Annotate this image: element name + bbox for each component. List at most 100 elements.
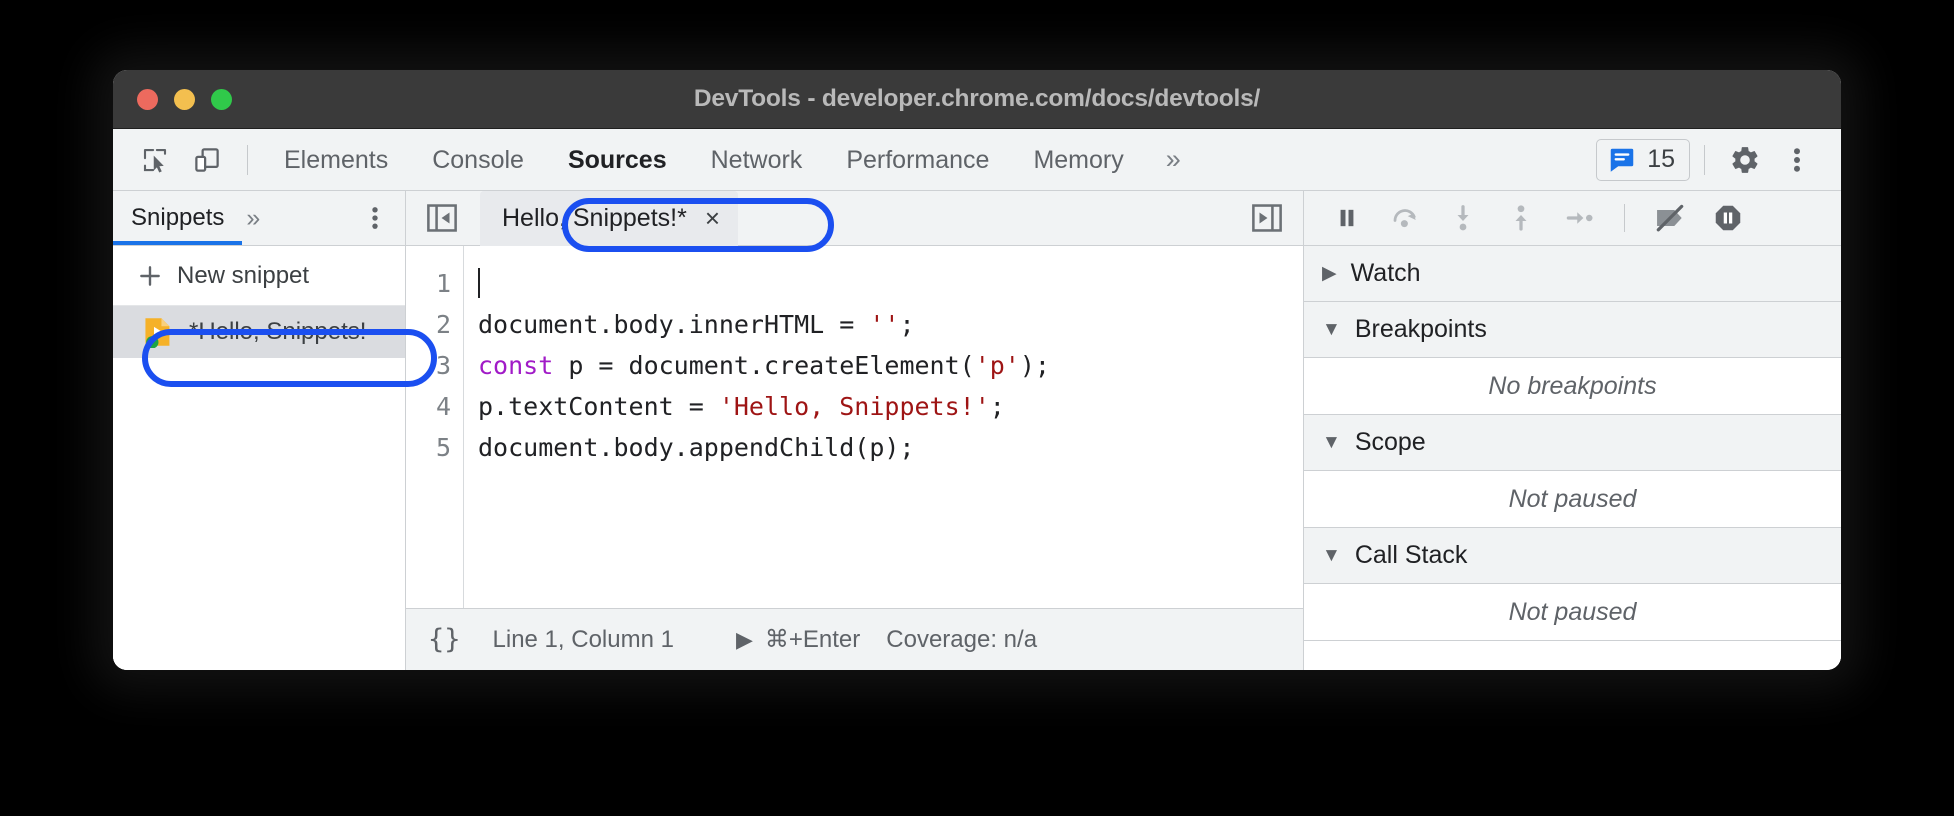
navigator-empty-area [113, 358, 405, 670]
tab-memory[interactable]: Memory [1011, 129, 1145, 191]
line-number: 5 [435, 433, 451, 462]
new-snippet-button[interactable]: New snippet [113, 246, 405, 306]
devtools-main-toolbar: Elements Console Sources Network Perform… [113, 129, 1841, 191]
editor-pane: Hello, Snippets!* × 1 2 3 4 5 document.b… [406, 190, 1304, 670]
new-snippet-label: New snippet [177, 261, 310, 289]
chevron-right-icon: ▶ [1322, 263, 1337, 284]
navigator-more-options-button[interactable] [363, 204, 387, 232]
tab-console[interactable]: Console [410, 129, 546, 191]
cursor-position-label: Line 1, Column 1 [492, 625, 674, 653]
call-stack-empty-text: Not paused [1508, 597, 1637, 626]
deactivate-breakpoints-button[interactable] [1643, 194, 1697, 242]
text-caret [478, 268, 480, 298]
expand-right-panel-icon [1252, 204, 1282, 232]
code-token: p.textContent = [478, 392, 719, 421]
issues-badge-button[interactable]: 15 [1596, 138, 1690, 181]
sidebar-tab-snippets[interactable]: Snippets [113, 191, 243, 245]
kebab-menu-icon [1784, 145, 1810, 175]
gear-icon [1729, 144, 1761, 176]
deactivate-breakpoints-icon [1654, 203, 1686, 233]
pretty-print-button[interactable]: {} [428, 624, 461, 655]
main-menu-button[interactable] [1771, 134, 1823, 186]
code-token: 'p' [974, 351, 1020, 380]
settings-button[interactable] [1719, 134, 1771, 186]
section-body-scope: Not paused [1304, 471, 1841, 528]
step-into-icon [1448, 203, 1478, 233]
code-content[interactable]: document.body.innerHTML = ''; const p = d… [464, 246, 1303, 608]
device-toolbar-icon [192, 145, 222, 175]
expand-debugger-button[interactable] [1243, 204, 1291, 232]
chevron-down-icon: ▼ [1322, 432, 1341, 453]
tab-performance[interactable]: Performance [824, 129, 1011, 191]
tab-network[interactable]: Network [689, 129, 825, 191]
code-line[interactable]: document.body.innerHTML = ''; [478, 304, 1303, 345]
step-over-icon [1390, 203, 1420, 233]
code-line[interactable]: document.body.appendChild(p); [478, 427, 1303, 468]
snippet-file-icon [143, 316, 173, 348]
section-body-call-stack: Not paused [1304, 584, 1841, 641]
line-number: 4 [435, 392, 451, 421]
issues-count: 15 [1647, 145, 1675, 173]
code-line[interactable] [478, 263, 1303, 304]
step-into-button[interactable] [1436, 194, 1490, 242]
device-toolbar-toggle-button[interactable] [181, 134, 233, 186]
code-line[interactable]: const p = document.createElement('p'); [478, 345, 1303, 386]
editor-status-bar: {} Line 1, Column 1 ▶ ⌘+Enter Coverage: … [406, 608, 1303, 670]
snippet-list-item-label: *Hello, Snippets! [189, 318, 367, 345]
collapse-navigator-button[interactable] [418, 204, 466, 232]
issues-message-icon [1607, 145, 1637, 175]
kebab-menu-icon [363, 204, 387, 232]
section-header-scope[interactable]: ▼ Scope [1304, 415, 1841, 471]
pause-on-exceptions-button[interactable] [1701, 194, 1755, 242]
window-title: DevTools - developer.chrome.com/docs/dev… [693, 85, 1261, 112]
chevron-down-icon: ▼ [1322, 319, 1341, 340]
plus-icon [137, 263, 163, 289]
inspect-element-icon [140, 145, 170, 175]
line-number-gutter: 1 2 3 4 5 [406, 246, 464, 608]
code-editor[interactable]: 12345 document.body.innerHTML = ''; const… [406, 246, 1303, 608]
navigator-pane: Snippets » New snippet *Hello, Snippets! [113, 191, 406, 670]
step-out-icon [1506, 203, 1536, 233]
more-panels-chevron-icon[interactable]: » [1146, 146, 1201, 173]
editor-file-tab[interactable]: Hello, Snippets!* × [480, 190, 739, 246]
step-over-button[interactable] [1378, 194, 1432, 242]
code-token: '' [869, 310, 900, 339]
coverage-label: Coverage: n/a [886, 625, 1038, 653]
pause-on-exceptions-icon [1713, 203, 1743, 233]
section-header-breakpoints[interactable]: ▼ Breakpoints [1304, 302, 1841, 358]
debugger-sidebar: ▶ Watch ▼ Breakpoints No breakpoints ▼ S… [1304, 191, 1841, 670]
section-header-call-stack[interactable]: ▼ Call Stack [1304, 528, 1841, 584]
section-title-scope: Scope [1354, 428, 1426, 456]
breakpoints-empty-text: No breakpoints [1488, 371, 1657, 400]
window-titlebar: DevTools - developer.chrome.com/docs/dev… [113, 70, 1841, 129]
inspect-element-button[interactable] [129, 134, 181, 186]
snippet-list-item[interactable]: *Hello, Snippets! [113, 306, 405, 358]
code-token: ; [899, 310, 915, 339]
section-header-watch[interactable]: ▶ Watch [1304, 246, 1841, 302]
run-shortcut-label: ⌘+Enter [764, 626, 861, 653]
navigator-more-tabs-chevron-icon[interactable]: » [242, 204, 260, 233]
tab-sources[interactable]: Sources [546, 129, 689, 191]
code-token: document.body.appendChild(p); [478, 433, 915, 462]
close-icon[interactable]: × [705, 205, 720, 231]
devtools-window: DevTools - developer.chrome.com/docs/dev… [113, 70, 1841, 670]
code-token: 'Hello, Snippets!' [718, 392, 990, 421]
pause-script-execution-button[interactable] [1320, 194, 1374, 242]
code-token: document.body.innerHTML = [478, 310, 870, 339]
step-icon [1564, 203, 1594, 233]
chevron-down-icon: ▼ [1322, 545, 1341, 566]
toolbar-divider [247, 144, 248, 175]
tab-elements[interactable]: Elements [262, 129, 410, 191]
step-out-button[interactable] [1494, 194, 1548, 242]
pause-script-execution-icon [1333, 204, 1361, 232]
editor-tabbar-right-group [1243, 204, 1291, 232]
code-line[interactable]: p.textContent = 'Hello, Snippets!'; [478, 386, 1303, 427]
line-number: 2 [435, 310, 451, 339]
debugger-controls-toolbar [1304, 191, 1841, 246]
screenshot-root: DevTools - developer.chrome.com/docs/dev… [0, 0, 1954, 816]
debugger-toolbar-divider [1624, 204, 1625, 232]
line-number: 3 [435, 351, 451, 380]
step-button[interactable] [1552, 194, 1606, 242]
run-snippet-icon[interactable]: ▶ [736, 627, 753, 653]
collapse-left-panel-icon [427, 204, 457, 232]
